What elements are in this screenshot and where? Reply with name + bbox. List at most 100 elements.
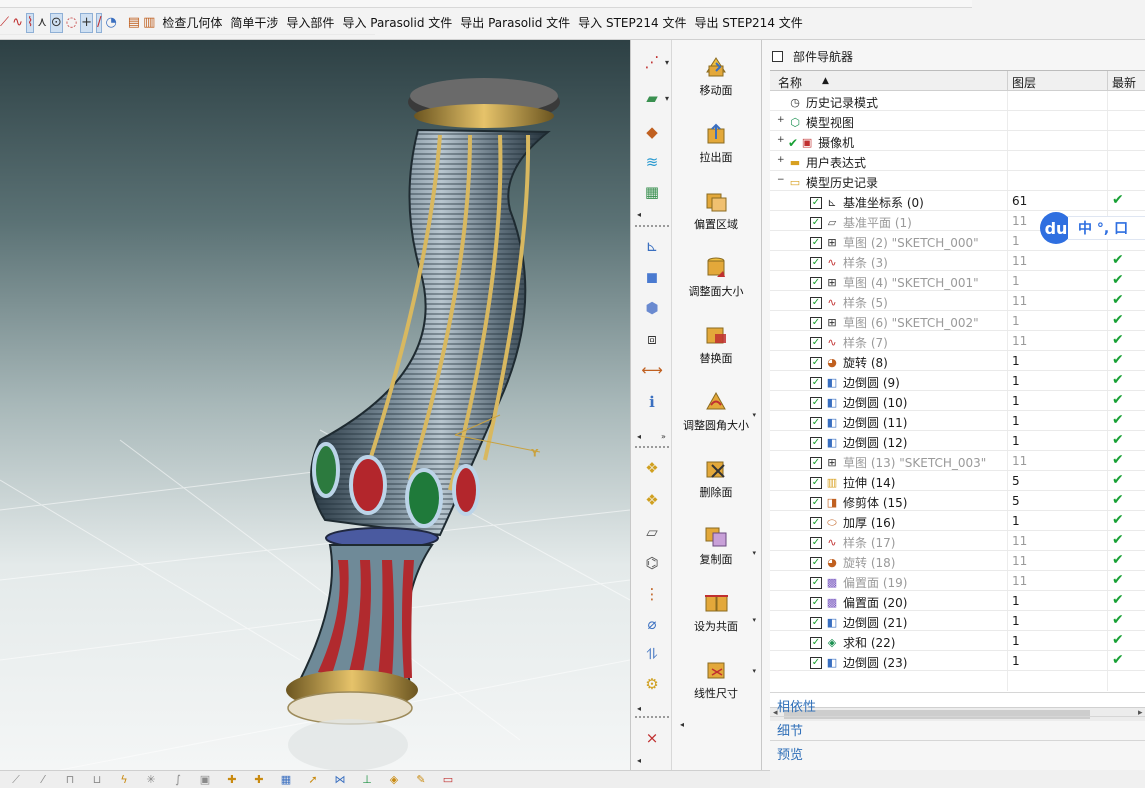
left-arrow-icon[interactable]: ◂ bbox=[637, 432, 641, 441]
cube-icon[interactable]: ▣ bbox=[197, 773, 213, 787]
import-step214-button[interactable]: 导入 STEP214 文件 bbox=[578, 14, 686, 31]
visibility-checkbox[interactable]: ✓ bbox=[810, 496, 822, 509]
feature-row[interactable]: ✓ ⬭ 加厚 (16) 1 ✔ bbox=[770, 511, 1145, 531]
info-icon[interactable]: ℹ bbox=[639, 390, 665, 414]
visibility-checkbox[interactable]: ✓ bbox=[810, 576, 822, 589]
visibility-checkbox[interactable]: ✓ bbox=[810, 296, 822, 309]
feature-row[interactable]: ✓ ⊞ 草图 (4) "SKETCH_001" 1 ✔ bbox=[770, 271, 1145, 291]
column-divider[interactable] bbox=[1007, 71, 1008, 91]
sequence-icon[interactable]: ✎ bbox=[413, 773, 429, 787]
feature-row[interactable]: ✓ ▩ 偏置面 (20) 1 ✔ bbox=[770, 591, 1145, 611]
export-step214-button[interactable]: 导出 STEP214 文件 bbox=[694, 14, 802, 31]
column-header-latest[interactable]: 最新 bbox=[1112, 74, 1136, 91]
circle-icon[interactable]: ◌ bbox=[66, 13, 77, 33]
visibility-checkbox[interactable]: ✓ bbox=[810, 196, 822, 209]
explode-icon[interactable]: ◈ bbox=[386, 773, 402, 787]
visibility-checkbox[interactable]: ✓ bbox=[810, 416, 822, 429]
feature-row[interactable]: ✓ ⊞ 草图 (13) "SKETCH_003" 11 ✔ bbox=[770, 451, 1145, 471]
visibility-checkbox[interactable]: ✓ bbox=[810, 216, 822, 229]
check-icon[interactable]: ✔ bbox=[788, 136, 798, 150]
expand-icon[interactable]: + bbox=[777, 135, 785, 145]
dropdown-arrow-icon[interactable]: ▾ bbox=[665, 94, 669, 103]
grip-divider[interactable] bbox=[635, 446, 669, 448]
fit-view-icon[interactable]: ⧈ bbox=[639, 327, 665, 351]
bracket-icon[interactable]: ⊓ bbox=[62, 773, 78, 787]
feature-row[interactable]: ✓ ◨ 修剪体 (15) 5 ✔ bbox=[770, 491, 1145, 511]
column-header-name[interactable]: 名称 bbox=[778, 74, 802, 91]
feature-row[interactable]: ✓ ▩ 偏置面 (19) 11 ✔ bbox=[770, 571, 1145, 591]
feature-row[interactable]: ✓ ∿ 样条 (3) 11 ✔ bbox=[770, 251, 1145, 271]
feature-row[interactable]: ✓ ◧ 边倒圆 (12) 1 ✔ bbox=[770, 431, 1145, 451]
visibility-checkbox[interactable]: ✓ bbox=[810, 316, 822, 329]
feature-row[interactable]: ✓ ◧ 边倒圆 (21) 1 ✔ bbox=[770, 611, 1145, 631]
feature-row[interactable]: ✓ ◧ 边倒圆 (9) 1 ✔ bbox=[770, 371, 1145, 391]
feature-row[interactable]: ✓ ◧ 边倒圆 (23) 1 ✔ bbox=[770, 651, 1145, 671]
fork-icon[interactable]: ⋏ bbox=[37, 13, 47, 33]
pull-face-command[interactable]: 拉出面 bbox=[672, 119, 760, 165]
feature-row[interactable]: ✓ ∿ 样条 (5) 11 ✔ bbox=[770, 291, 1145, 311]
line-tool-icon[interactable]: ⁄ bbox=[35, 773, 51, 787]
more-icon[interactable]: » bbox=[661, 432, 666, 441]
mesh-surface-icon[interactable]: ▦ bbox=[639, 180, 665, 204]
feature-row[interactable]: ✓ ⊾ 基准坐标系 (0) 61 ✔ bbox=[770, 191, 1145, 211]
simple-interference-button[interactable]: 简单干涉 bbox=[230, 14, 278, 31]
new-component-icon[interactable]: ✚ bbox=[251, 773, 267, 787]
ime-toolbar[interactable]: du 中 °, 口 bbox=[1038, 210, 1145, 246]
cylinder-icon[interactable]: ⬢ bbox=[639, 296, 665, 320]
tree-node[interactable]: + ▬ 用户表达式 bbox=[770, 151, 1145, 171]
import-parasolid-button[interactable]: 导入 Parasolid 文件 bbox=[342, 14, 452, 31]
gear-icon[interactable]: ⚙ bbox=[639, 672, 665, 696]
export-parasolid-button[interactable]: 导出 Parasolid 文件 bbox=[460, 14, 570, 31]
import-part-button[interactable]: 导入部件 bbox=[286, 14, 334, 31]
dropdown-arrow-icon[interactable]: ▾ bbox=[752, 616, 756, 624]
dropdown-arrow-icon[interactable]: ▾ bbox=[665, 58, 669, 67]
assembly-new-icon[interactable]: ❖ bbox=[639, 488, 665, 512]
visibility-checkbox[interactable]: ✓ bbox=[810, 476, 822, 489]
surface-tool-icon[interactable]: ⌬ bbox=[639, 551, 665, 575]
navigator-toggle-checkbox[interactable] bbox=[772, 50, 783, 62]
visibility-checkbox[interactable]: ✓ bbox=[810, 536, 822, 549]
linear-dimension-command[interactable]: 线性尺寸 ▾ bbox=[672, 655, 760, 701]
ruler-icon[interactable]: ⟷ bbox=[639, 358, 665, 382]
move-face-command[interactable]: 移动面 bbox=[672, 52, 760, 98]
delete-close-icon[interactable]: ⨯ bbox=[639, 726, 665, 750]
sketch-plane-icon[interactable]: ⏥ bbox=[639, 520, 665, 544]
visibility-checkbox[interactable]: ✓ bbox=[810, 336, 822, 349]
visibility-checkbox[interactable]: ✓ bbox=[810, 276, 822, 289]
grip-divider[interactable] bbox=[635, 716, 669, 718]
visibility-checkbox[interactable]: ✓ bbox=[810, 656, 822, 669]
tree-node[interactable]: ◷ 历史记录模式 bbox=[770, 91, 1145, 111]
grip-divider[interactable] bbox=[635, 225, 669, 227]
left-arrow-icon[interactable]: ◂ bbox=[680, 720, 684, 729]
replace-face-command[interactable]: 替换面 bbox=[672, 320, 760, 366]
coil-icon[interactable]: ⌀ bbox=[639, 612, 665, 636]
visibility-checkbox[interactable]: ✓ bbox=[810, 616, 822, 629]
tree-node[interactable]: − ▭ 模型历史记录 bbox=[770, 171, 1145, 191]
feature-row[interactable]: ✓ ⊞ 草图 (6) "SKETCH_002" 1 ✔ bbox=[770, 311, 1145, 331]
block-icon[interactable]: ◼ bbox=[639, 265, 665, 289]
visibility-checkbox[interactable]: ✓ bbox=[810, 376, 822, 389]
offset-region-command[interactable]: 偏置区域 bbox=[672, 186, 760, 232]
report-icon[interactable]: ▤ bbox=[128, 13, 140, 33]
mirror-icon[interactable]: ⋈ bbox=[332, 773, 348, 787]
left-arrow-icon[interactable]: ◂ bbox=[637, 210, 641, 219]
feature-row[interactable]: ✓ ◧ 边倒圆 (11) 1 ✔ bbox=[770, 411, 1145, 431]
ime-status[interactable]: 中 °, 口 bbox=[1068, 216, 1145, 240]
copy-face-command[interactable]: 复制面 ▾ bbox=[672, 521, 760, 567]
slash-icon[interactable]: / bbox=[96, 12, 103, 33]
feature-row[interactable]: ✓ ◕ 旋转 (18) 11 ✔ bbox=[770, 551, 1145, 571]
datum-csys-tool-icon[interactable]: ⊾ bbox=[639, 234, 665, 258]
tree-node[interactable]: + ✔ ▣ 摄像机 bbox=[770, 131, 1145, 151]
visibility-checkbox[interactable]: ✓ bbox=[810, 356, 822, 369]
add-component-icon[interactable]: ✚ bbox=[224, 773, 240, 787]
report2-icon[interactable]: ▥ bbox=[143, 13, 155, 33]
visibility-checkbox[interactable]: ✓ bbox=[810, 596, 822, 609]
surface-icon[interactable]: ▰ bbox=[639, 86, 665, 110]
column-header-layer[interactable]: 图层 bbox=[1012, 74, 1036, 91]
resize-blend-command[interactable]: 调整圆角大小 ▾ bbox=[672, 387, 760, 433]
drawing-icon[interactable]: ▭ bbox=[440, 773, 456, 787]
arc-icon[interactable]: ∿ bbox=[12, 13, 23, 33]
visibility-checkbox[interactable]: ✓ bbox=[810, 436, 822, 449]
assembly-icon[interactable]: ▦ bbox=[278, 773, 294, 787]
sort-ascending-icon[interactable]: ▲ bbox=[822, 76, 829, 86]
